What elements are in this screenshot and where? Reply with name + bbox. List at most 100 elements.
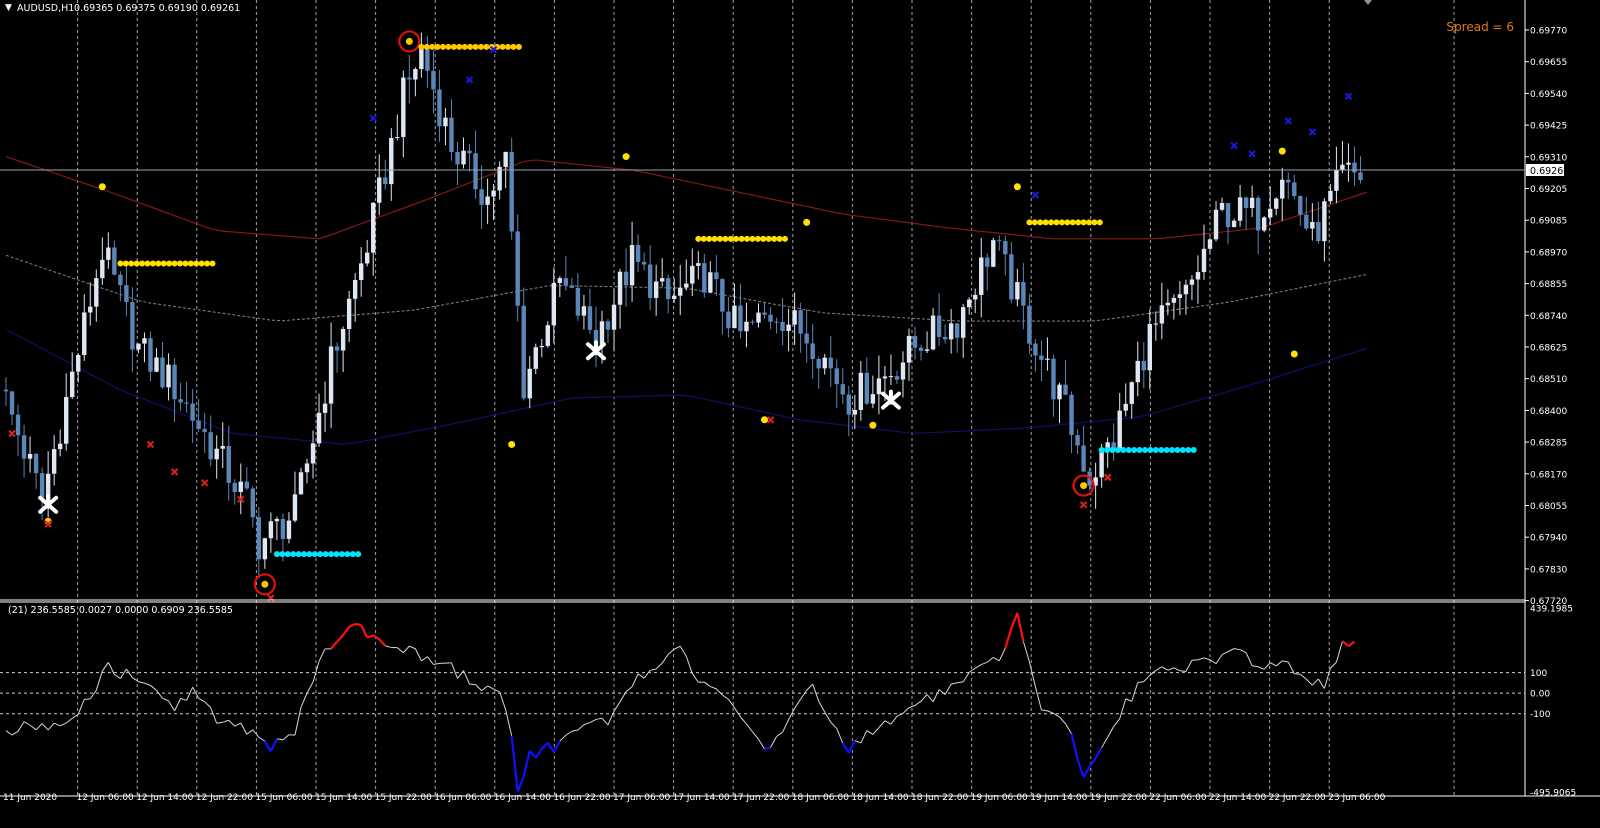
bear-candle[interactable] xyxy=(750,322,754,323)
bull-candle[interactable] xyxy=(142,338,146,343)
bear-candle[interactable] xyxy=(774,322,778,323)
bull-candle[interactable] xyxy=(853,410,857,415)
bull-candle[interactable] xyxy=(618,272,622,305)
bull-candle[interactable] xyxy=(287,521,291,539)
bull-candle[interactable] xyxy=(359,263,363,280)
bull-candle[interactable] xyxy=(317,413,321,444)
bear-candle[interactable] xyxy=(1009,254,1013,299)
bull-candle[interactable] xyxy=(786,325,790,331)
bull-candle[interactable] xyxy=(925,349,929,350)
bear-candle[interactable] xyxy=(1063,385,1067,395)
bear-candle[interactable] xyxy=(1075,435,1079,445)
bull-candle[interactable] xyxy=(744,322,748,332)
bear-candle[interactable] xyxy=(196,421,200,429)
bull-candle[interactable] xyxy=(106,248,110,260)
bear-candle[interactable] xyxy=(726,312,730,329)
bear-candle[interactable] xyxy=(467,151,471,154)
bull-candle[interactable] xyxy=(94,278,98,306)
bull-candle[interactable] xyxy=(88,307,92,313)
bull-candle[interactable] xyxy=(1136,361,1140,382)
bull-candle[interactable] xyxy=(443,118,447,127)
bear-candle[interactable] xyxy=(606,321,610,329)
bear-candle[interactable] xyxy=(576,288,580,316)
bull-candle[interactable] xyxy=(540,346,544,347)
bear-candle[interactable] xyxy=(160,357,164,387)
bear-candle[interactable] xyxy=(913,336,917,348)
bear-candle[interactable] xyxy=(768,315,772,322)
bull-candle[interactable] xyxy=(961,307,965,338)
bear-candle[interactable] xyxy=(148,338,152,371)
bear-candle[interactable] xyxy=(437,89,441,126)
bear-candle[interactable] xyxy=(738,306,742,332)
bull-candle[interactable] xyxy=(967,300,971,308)
bear-candle[interactable] xyxy=(588,306,592,330)
bull-candle[interactable] xyxy=(166,365,170,388)
bull-candle[interactable] xyxy=(58,444,62,449)
bull-candle[interactable] xyxy=(215,449,219,460)
bull-candle[interactable] xyxy=(293,494,297,520)
bear-candle[interactable] xyxy=(1142,361,1146,370)
bull-candle[interactable] xyxy=(672,296,676,299)
bull-candle[interactable] xyxy=(82,312,86,355)
bull-candle[interactable] xyxy=(64,397,68,444)
bull-candle[interactable] xyxy=(329,346,333,403)
bear-candle[interactable] xyxy=(714,272,718,279)
bull-candle[interactable] xyxy=(1184,285,1188,295)
bear-candle[interactable] xyxy=(666,278,670,299)
bear-candle[interactable] xyxy=(473,153,477,189)
bull-candle[interactable] xyxy=(1238,197,1242,220)
bull-candle[interactable] xyxy=(311,443,315,463)
bear-candle[interactable] xyxy=(985,257,989,266)
bull-candle[interactable] xyxy=(347,299,351,329)
bull-candle[interactable] xyxy=(1099,449,1103,477)
bear-candle[interactable] xyxy=(780,322,784,331)
bull-candle[interactable] xyxy=(377,177,381,202)
bull-candle[interactable] xyxy=(1118,411,1122,449)
bull-candle[interactable] xyxy=(546,325,550,346)
bull-candle[interactable] xyxy=(275,519,279,521)
bull-candle[interactable] xyxy=(696,263,700,266)
bull-candle[interactable] xyxy=(52,449,56,474)
bear-candle[interactable] xyxy=(202,429,206,432)
bull-candle[interactable] xyxy=(901,363,905,380)
bear-candle[interactable] xyxy=(1304,215,1308,229)
bear-candle[interactable] xyxy=(34,454,38,473)
bull-candle[interactable] xyxy=(1262,217,1266,230)
bear-candle[interactable] xyxy=(178,399,182,402)
bull-candle[interactable] xyxy=(708,272,712,292)
chart-window[interactable]: ▼ AUDUSD,H1 0.69365 0.69375 0.69190 0.69… xyxy=(0,0,1600,824)
bear-candle[interactable] xyxy=(245,482,249,489)
bull-candle[interactable] xyxy=(660,278,664,281)
bull-candle[interactable] xyxy=(341,329,345,350)
bull-candle[interactable] xyxy=(1310,222,1314,229)
bear-candle[interactable] xyxy=(636,245,640,262)
bull-candle[interactable] xyxy=(883,376,887,378)
bull-candle[interactable] xyxy=(353,280,357,299)
bear-candle[interactable] xyxy=(1069,395,1073,435)
bull-candle[interactable] xyxy=(612,305,616,330)
bear-candle[interactable] xyxy=(997,240,1001,241)
bear-candle[interactable] xyxy=(190,404,194,421)
bull-candle[interactable] xyxy=(28,454,32,459)
bull-candle[interactable] xyxy=(1268,209,1272,218)
bear-candle[interactable] xyxy=(798,310,802,333)
bull-candle[interactable] xyxy=(371,203,375,253)
bull-candle[interactable] xyxy=(792,310,796,324)
bear-candle[interactable] xyxy=(407,78,411,80)
bull-candle[interactable] xyxy=(1322,201,1326,241)
bear-candle[interactable] xyxy=(955,323,959,337)
bear-candle[interactable] xyxy=(648,265,652,298)
bull-candle[interactable] xyxy=(1196,272,1200,279)
bear-candle[interactable] xyxy=(22,435,26,458)
bull-candle[interactable] xyxy=(323,404,327,413)
bull-candle[interactable] xyxy=(1250,198,1254,208)
bear-candle[interactable] xyxy=(509,152,513,232)
bull-candle[interactable] xyxy=(299,472,303,494)
bear-candle[interactable] xyxy=(762,313,766,315)
bear-candle[interactable] xyxy=(835,368,839,384)
bull-candle[interactable] xyxy=(461,151,465,165)
bull-candle[interactable] xyxy=(558,278,562,283)
bull-candle[interactable] xyxy=(413,69,417,79)
bull-candle[interactable] xyxy=(949,323,953,339)
bear-candle[interactable] xyxy=(895,376,899,379)
